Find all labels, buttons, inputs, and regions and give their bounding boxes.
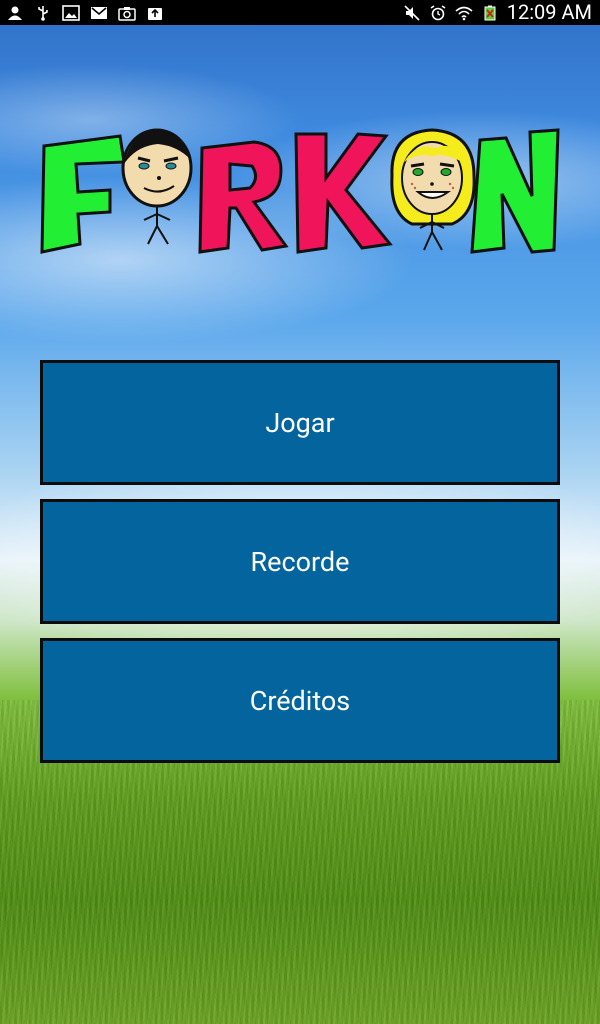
logo-letter-r [198, 140, 289, 254]
battery-icon [481, 5, 499, 21]
camera-icon [118, 5, 136, 21]
image-icon [62, 4, 80, 21]
credits-button[interactable]: Créditos [40, 638, 560, 763]
alarm-icon [429, 4, 447, 21]
logo-letter-k [294, 132, 393, 254]
play-button[interactable]: Jogar [40, 360, 560, 485]
logo-letter-f [40, 134, 126, 254]
girl-face [390, 128, 476, 251]
record-button[interactable]: Recorde [40, 499, 560, 624]
mute-icon [403, 4, 421, 21]
person-icon [6, 5, 24, 21]
forkon-logo [40, 128, 560, 254]
status-clock: 12:09 AM [506, 0, 592, 24]
upload-icon [146, 5, 164, 21]
boy-face [121, 128, 193, 245]
wifi-icon [455, 5, 473, 21]
usb-icon [34, 5, 52, 21]
status-bar: 12:09 AM [0, 0, 600, 25]
logo-letter-n [470, 128, 560, 254]
main-menu: Jogar Recorde Créditos [40, 360, 560, 777]
gmail-icon [90, 5, 108, 21]
